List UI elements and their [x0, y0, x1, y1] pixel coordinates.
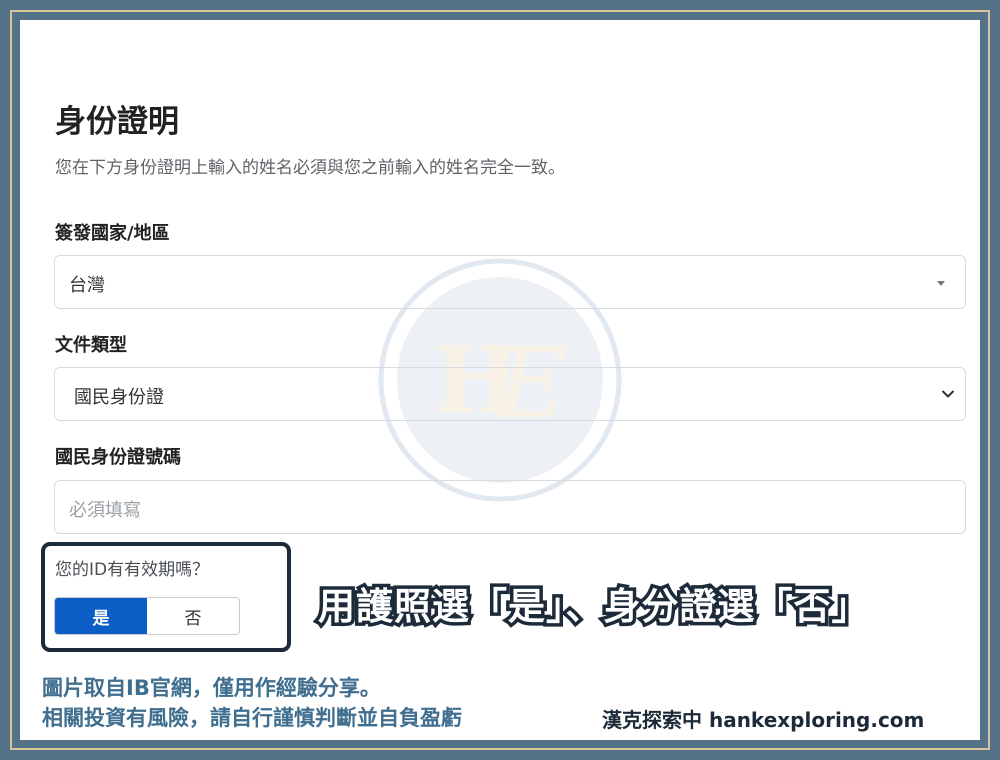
screenshot-panel: H E 身份證明 您在下方身份證明上輸入的姓名必須與您之前輸入的姓名完全一致。 …: [20, 20, 980, 740]
chevron-down-icon: [942, 390, 954, 398]
credit-line-2: 相關投資有風險，請自行謹慎判斷並自負盈虧: [42, 706, 462, 730]
annotation-callout: 用護照選「是」、身分證選「否」: [315, 582, 872, 632]
page-subtitle: 您在下方身份證明上輸入的姓名必須與您之前輸入的姓名完全一致。: [55, 158, 565, 178]
country-label: 簽發國家/地區: [55, 223, 170, 244]
doc-type-value: 國民身份證: [74, 387, 164, 408]
credit-line-1: 圖片取自IB官網，僅用作經驗分享。: [42, 676, 381, 700]
dropdown-caret-icon: [937, 281, 945, 286]
expiry-toggle: 是 否: [54, 597, 240, 635]
id-number-input[interactable]: 必須填寫: [54, 480, 966, 534]
doc-type-label: 文件類型: [55, 335, 127, 356]
country-value: 台灣: [69, 275, 105, 296]
expiry-no-button[interactable]: 否: [147, 598, 239, 634]
doc-type-select[interactable]: 國民身份證: [54, 367, 966, 421]
id-number-label: 國民身份證號碼: [55, 447, 181, 468]
expiry-yes-button[interactable]: 是: [55, 598, 147, 634]
country-select[interactable]: 台灣: [54, 255, 966, 309]
page-title: 身份證明: [55, 104, 179, 140]
expiry-question: 您的ID有有效期嗎？: [55, 560, 210, 580]
id-number-placeholder: 必須填寫: [69, 500, 141, 521]
brand-signature: 漢克探索中 hankexploring.com: [602, 708, 925, 732]
